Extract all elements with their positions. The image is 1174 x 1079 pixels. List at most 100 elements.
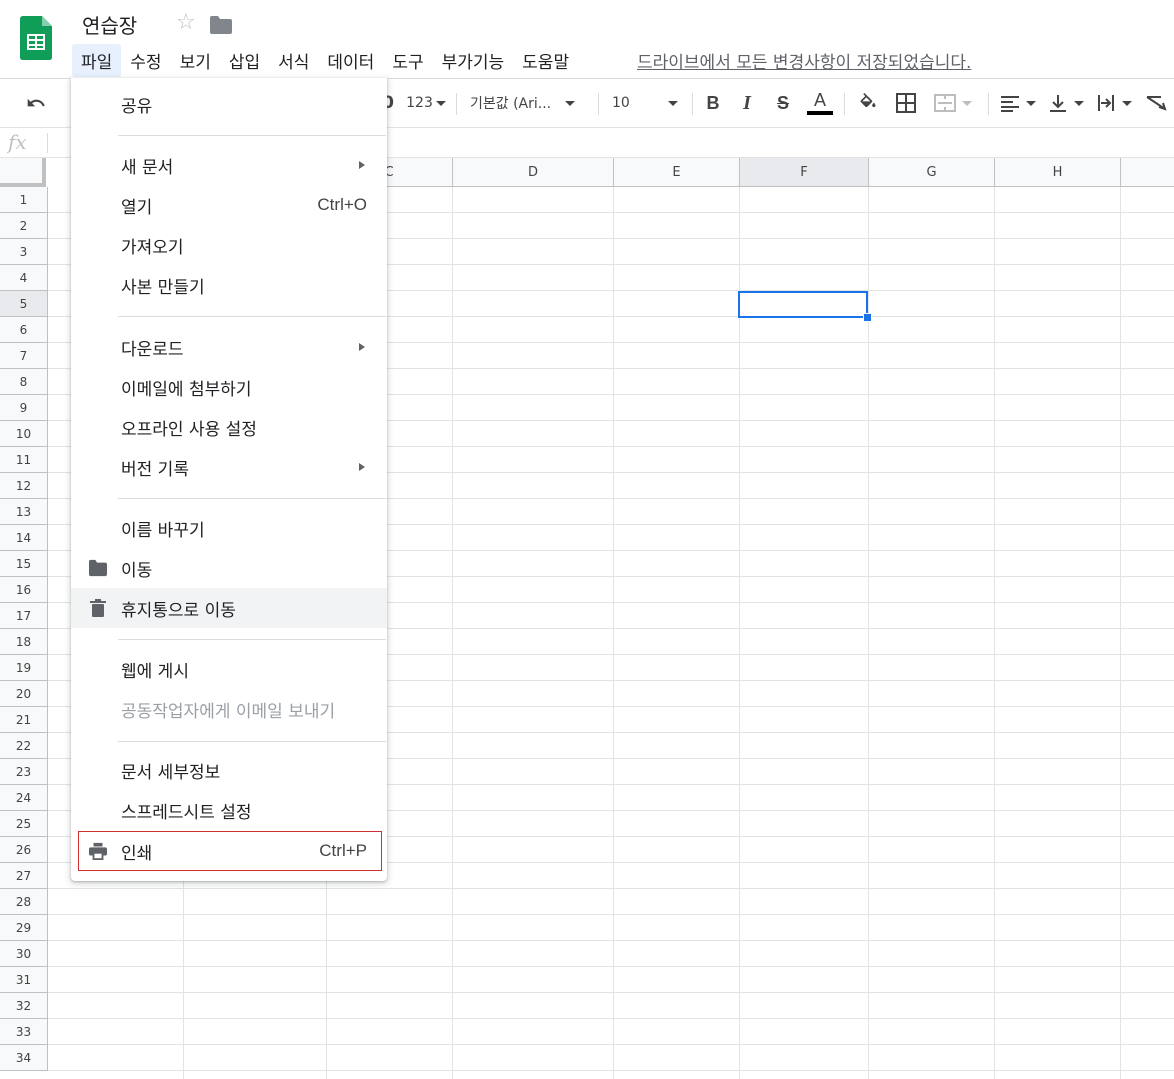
row-header[interactable]: 22	[0, 733, 48, 759]
fill-color-icon[interactable]	[856, 79, 880, 127]
menu-item-spreadsheet-settings[interactable]: 스프레드시트 설정	[71, 790, 387, 830]
row-header[interactable]: 34	[0, 1045, 48, 1071]
row-header[interactable]: 5	[0, 291, 48, 317]
text-color-swatch	[807, 111, 833, 115]
merge-cells-icon[interactable]	[930, 79, 976, 127]
document-title[interactable]: 연습장	[82, 10, 137, 39]
save-status-link[interactable]: 드라이브에서 모든 변경사항이 저장되었습니다.	[637, 48, 971, 73]
menu-item-move-to-trash[interactable]: 휴지통으로 이동	[71, 588, 387, 628]
row-header[interactable]: 13	[0, 499, 48, 525]
menu-insert[interactable]: 삽입	[220, 44, 269, 77]
active-cell-f5[interactable]	[738, 291, 868, 318]
row-header[interactable]: 1	[0, 187, 48, 213]
menu-item-download[interactable]: 다운로드	[71, 327, 387, 367]
row-header[interactable]: 15	[0, 551, 48, 577]
text-color-button[interactable]: A	[806, 79, 834, 127]
column-header-g[interactable]: G	[869, 158, 995, 187]
row-header[interactable]: 32	[0, 993, 48, 1019]
row-header[interactable]: 23	[0, 759, 48, 785]
row-header[interactable]: 8	[0, 369, 48, 395]
row-header[interactable]: 11	[0, 447, 48, 473]
horizontal-align-icon[interactable]	[998, 79, 1038, 127]
column-header-d[interactable]: D	[453, 158, 614, 187]
sheets-logo-icon[interactable]	[20, 16, 52, 60]
column-header-f[interactable]: F	[740, 158, 869, 187]
submenu-arrow-icon	[359, 161, 365, 169]
menu-tools[interactable]: 도구	[383, 44, 432, 77]
row-header[interactable]: 26	[0, 837, 48, 863]
undo-icon[interactable]	[22, 79, 50, 127]
menu-item-version-history[interactable]: 버전 기록	[71, 447, 387, 487]
bold-button[interactable]: B	[702, 79, 724, 127]
menu-item-share[interactable]: 공유	[71, 84, 387, 124]
menu-view[interactable]: 보기	[171, 44, 220, 77]
menu-item-label: 사본 만들기	[121, 277, 205, 298]
column-header-h[interactable]: H	[995, 158, 1121, 187]
font-size-dropdown[interactable]: 10	[612, 79, 684, 127]
row-header[interactable]: 19	[0, 655, 48, 681]
folder-icon[interactable]	[210, 16, 232, 34]
row-header[interactable]: 18	[0, 629, 48, 655]
menu-item-make-copy[interactable]: 사본 만들기	[71, 265, 387, 305]
select-all-corner[interactable]	[0, 158, 46, 187]
row-header[interactable]: 33	[0, 1019, 48, 1045]
menu-edit[interactable]: 수정	[121, 44, 170, 77]
menu-item-label: 웹에 게시	[121, 661, 189, 682]
column-header-e[interactable]: E	[614, 158, 740, 187]
vertical-align-icon[interactable]	[1046, 79, 1086, 127]
row-header[interactable]: 7	[0, 343, 48, 369]
row-header[interactable]: 27	[0, 863, 48, 889]
row-header[interactable]: 20	[0, 681, 48, 707]
menu-item-import[interactable]: 가져오기	[71, 225, 387, 265]
menu-help[interactable]: 도움말	[513, 44, 578, 77]
menu-item-rename[interactable]: 이름 바꾸기	[71, 508, 387, 548]
menu-item-publish-web[interactable]: 웹에 게시	[71, 649, 387, 689]
row-header[interactable]: 14	[0, 525, 48, 551]
menu-separator	[118, 498, 386, 499]
row-header[interactable]: 25	[0, 811, 48, 837]
text-color-label: A	[813, 90, 826, 110]
row-header[interactable]: 17	[0, 603, 48, 629]
row-header[interactable]: 4	[0, 265, 48, 291]
row-header[interactable]: 2	[0, 213, 48, 239]
row-header[interactable]: 16	[0, 577, 48, 603]
row-header[interactable]: 21	[0, 707, 48, 733]
strikethrough-button[interactable]: S	[772, 79, 794, 127]
menu-item-doc-details[interactable]: 문서 세부정보	[71, 750, 387, 790]
row-header[interactable]: 3	[0, 239, 48, 265]
borders-icon[interactable]	[894, 79, 918, 127]
menu-item-label: 문서 세부정보	[121, 762, 221, 783]
row-header[interactable]: 30	[0, 941, 48, 967]
menu-format[interactable]: 서식	[269, 44, 318, 77]
menu-data[interactable]: 데이터	[318, 44, 383, 77]
menu-item-open[interactable]: 열기 Ctrl+O	[71, 185, 387, 225]
row-header[interactable]: 12	[0, 473, 48, 499]
italic-button[interactable]: I	[736, 79, 758, 127]
row-header[interactable]: 29	[0, 915, 48, 941]
row-header[interactable]: 24	[0, 785, 48, 811]
menu-item-new-doc[interactable]: 새 문서	[71, 145, 387, 185]
text-wrap-icon[interactable]	[1094, 79, 1134, 127]
menu-addons[interactable]: 부가기능	[433, 44, 514, 77]
folder-icon	[89, 559, 107, 577]
row-header[interactable]: 10	[0, 421, 48, 447]
menu-item-offline[interactable]: 오프라인 사용 설정	[71, 407, 387, 447]
menu-item-email-attach[interactable]: 이메일에 첨부하기	[71, 367, 387, 407]
column-header-i[interactable]	[1121, 158, 1174, 187]
menu-item-move[interactable]: 이동	[71, 548, 387, 588]
menu-item-label: 오프라인 사용 설정	[121, 419, 257, 440]
toolbar-separator	[598, 93, 599, 115]
menu-separator	[118, 135, 386, 136]
star-icon[interactable]: ☆	[176, 12, 196, 34]
menu-file[interactable]: 파일	[72, 43, 122, 77]
toolbar-separator	[456, 93, 457, 115]
row-header[interactable]: 6	[0, 317, 48, 343]
fill-handle[interactable]	[863, 313, 872, 322]
row-header[interactable]: 28	[0, 889, 48, 915]
row-gridline	[48, 914, 1174, 915]
text-rotation-icon[interactable]	[1142, 79, 1170, 127]
number-format-dropdown[interactable]: 123	[404, 79, 448, 127]
row-header[interactable]: 9	[0, 395, 48, 421]
row-header[interactable]: 31	[0, 967, 48, 993]
font-family-dropdown[interactable]: 기본값 (Ari...	[470, 79, 588, 127]
